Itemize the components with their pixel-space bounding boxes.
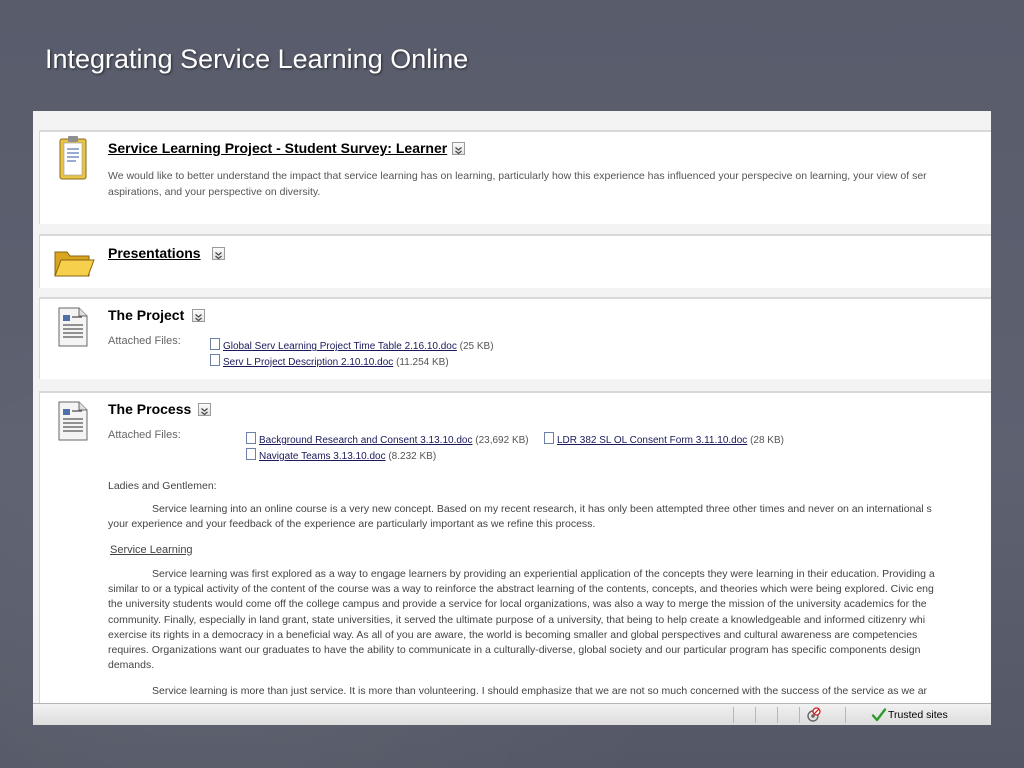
survey-title-link[interactable]: Service Learning Project - Student Surve… bbox=[108, 140, 447, 156]
intro-paragraph: Service learning into an online course i… bbox=[108, 503, 932, 531]
browser-screenshot: Service Learning Project - Student Surve… bbox=[33, 111, 991, 725]
closing-paragraph: Service learning is more than just servi… bbox=[152, 685, 928, 697]
slide-title: Integrating Service Learning Online bbox=[45, 44, 469, 74]
presentations-title-link[interactable]: Presentations bbox=[108, 245, 201, 261]
file-icon bbox=[246, 432, 256, 444]
chevron-down-icon[interactable] bbox=[198, 403, 211, 416]
clipboard-icon bbox=[59, 136, 87, 180]
service-learning-heading-link[interactable]: Service Learning bbox=[110, 544, 193, 556]
file-link[interactable]: LDR 382 SL OL Consent Form 3.11.10.doc (… bbox=[544, 432, 784, 446]
content-item-survey: Service Learning Project - Student Surve… bbox=[39, 130, 991, 224]
file-link[interactable]: Navigate Teams 3.13.10.doc (8.232 KB) bbox=[246, 448, 436, 462]
content-item-project: The Project Attached Files: Global Serv … bbox=[39, 297, 991, 379]
file-link[interactable]: Background Research and Consent 3.13.10.… bbox=[246, 432, 529, 446]
process-title: The Process bbox=[108, 401, 192, 417]
greeting-text: Ladies and Gentlemen: bbox=[108, 480, 217, 492]
file-icon bbox=[246, 448, 256, 460]
folder-icon bbox=[54, 251, 95, 277]
project-title: The Project bbox=[108, 307, 185, 323]
file-icon bbox=[210, 354, 220, 366]
chevron-down-icon[interactable] bbox=[452, 142, 465, 155]
privacy-report-icon[interactable] bbox=[805, 707, 821, 723]
file-link[interactable]: Global Serv Learning Project Time Table … bbox=[210, 338, 494, 352]
file-link[interactable]: Serv L Project Description 2.10.10.doc (… bbox=[210, 354, 449, 368]
document-icon bbox=[58, 307, 88, 347]
attached-files-label: Attached Files: bbox=[108, 335, 181, 347]
chevron-down-icon[interactable] bbox=[192, 309, 205, 322]
file-icon bbox=[544, 432, 554, 444]
browser-status-bar: Trusted sites bbox=[33, 703, 991, 725]
survey-description: We would like to better understand the i… bbox=[108, 170, 927, 198]
file-icon bbox=[210, 338, 220, 350]
content-item-presentations: Presentations bbox=[39, 234, 991, 288]
security-zone-label: Trusted sites bbox=[888, 709, 948, 721]
content-area: Service Learning Project - Student Surve… bbox=[33, 111, 991, 703]
document-icon bbox=[58, 401, 88, 441]
service-learning-paragraph: Service learning was first explored as a… bbox=[108, 568, 935, 672]
checkmark-icon bbox=[871, 708, 887, 722]
content-item-process: The Process Attached Files: Background R… bbox=[39, 391, 991, 703]
chevron-down-icon[interactable] bbox=[212, 247, 225, 260]
attached-files-label: Attached Files: bbox=[108, 429, 181, 441]
